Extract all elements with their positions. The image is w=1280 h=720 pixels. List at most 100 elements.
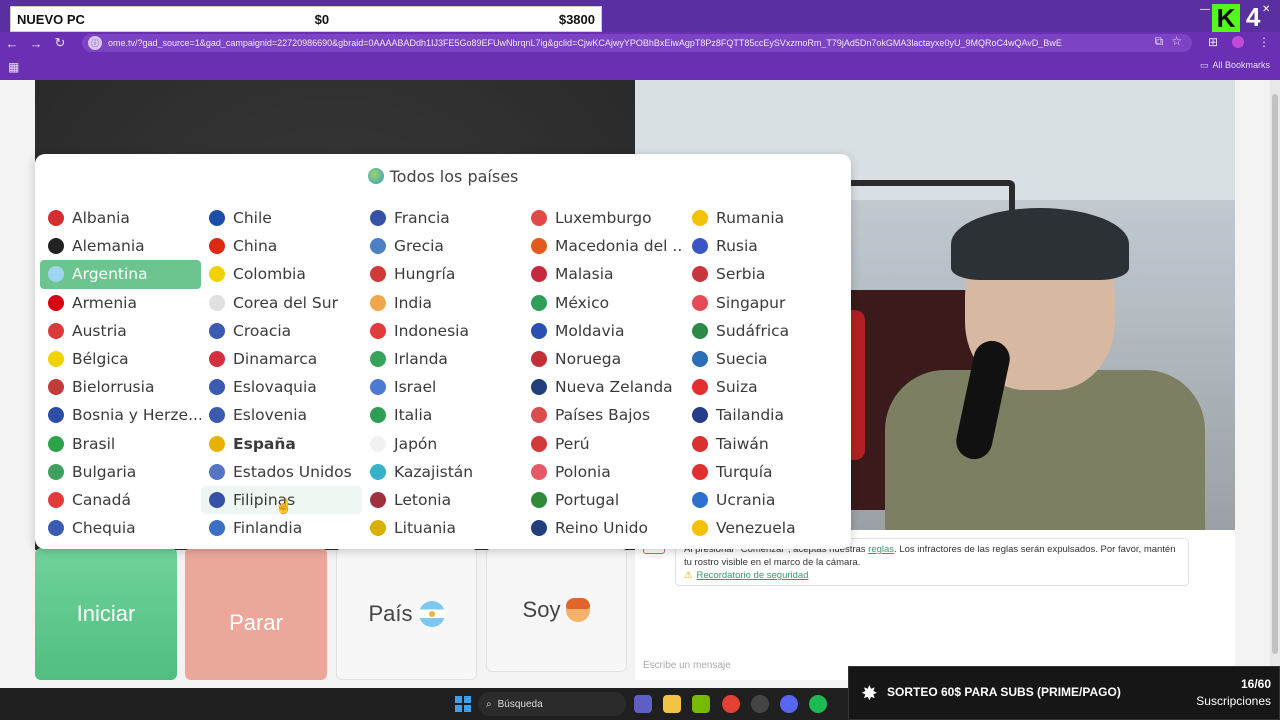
country-item[interactable]: Bielorrusia xyxy=(40,373,201,401)
flag-icon xyxy=(48,463,64,480)
reload-icon[interactable]: ↻ xyxy=(48,32,72,54)
file-explorer-icon[interactable] xyxy=(663,695,681,713)
menu-icon[interactable]: ⋮ xyxy=(1258,35,1270,49)
country-item[interactable]: Estados Unidos xyxy=(201,458,362,486)
country-item[interactable]: Suecia xyxy=(684,345,845,373)
country-item[interactable]: Corea del Sur xyxy=(201,289,362,317)
country-item[interactable]: Sudáfrica xyxy=(684,317,845,345)
country-item[interactable]: Finlandia xyxy=(201,514,362,542)
country-item[interactable]: Croacia xyxy=(201,317,362,345)
country-item[interactable]: Suiza xyxy=(684,373,845,401)
teams-icon[interactable] xyxy=(634,695,652,713)
country-item[interactable]: Países Bajos xyxy=(523,401,684,429)
install-app-icon[interactable]: ⧉ xyxy=(1155,34,1164,49)
country-item[interactable]: Bulgaria xyxy=(40,458,201,486)
country-item[interactable]: Indonesia xyxy=(362,317,523,345)
country-item[interactable]: Portugal xyxy=(523,486,684,514)
profile-avatar[interactable] xyxy=(1232,36,1244,48)
country-item[interactable]: Noruega xyxy=(523,345,684,373)
country-item[interactable]: Letonia xyxy=(362,486,523,514)
country-button[interactable]: País xyxy=(336,548,477,680)
stop-button[interactable]: Parar xyxy=(185,548,327,680)
country-item[interactable]: Alemania xyxy=(40,232,201,260)
country-item[interactable]: Singapur xyxy=(684,289,845,317)
extensions-icon[interactable]: ⊞ xyxy=(1208,35,1218,49)
country-item[interactable]: Armenia xyxy=(40,289,201,317)
country-label: Croacia xyxy=(233,321,292,340)
bookmark-star-icon[interactable]: ☆ xyxy=(1171,34,1182,49)
country-item[interactable]: India xyxy=(362,289,523,317)
flag-icon xyxy=(48,238,64,255)
obs-icon[interactable] xyxy=(751,695,769,713)
country-item[interactable]: Tailandia xyxy=(684,401,845,429)
all-bookmarks[interactable]: ▭ All Bookmarks xyxy=(1200,60,1270,71)
minimize-icon[interactable]: — xyxy=(1200,4,1210,15)
country-item[interactable]: Eslovenia xyxy=(201,401,362,429)
country-item[interactable]: Colombia xyxy=(201,260,362,288)
country-item[interactable]: Chequia xyxy=(40,514,201,542)
rules-link[interactable]: reglas xyxy=(868,544,894,555)
country-item[interactable]: Hungría xyxy=(362,260,523,288)
country-item[interactable]: Bosnia y Herze... xyxy=(40,401,201,429)
apps-grid-icon[interactable]: ▦ xyxy=(8,60,19,74)
country-item[interactable]: Chile xyxy=(201,204,362,232)
country-item[interactable]: Macedonia del ... xyxy=(523,232,684,260)
country-item[interactable]: Malasia xyxy=(523,260,684,288)
spotify-icon[interactable] xyxy=(809,695,827,713)
flag-icon xyxy=(209,491,225,508)
country-label: Taiwán xyxy=(716,434,769,453)
forward-icon[interactable]: → xyxy=(24,32,48,54)
country-item[interactable]: Lituania xyxy=(362,514,523,542)
country-item[interactable]: Francia xyxy=(362,204,523,232)
country-item[interactable]: Brasil xyxy=(40,430,201,458)
country-item[interactable]: Japón xyxy=(362,430,523,458)
country-item[interactable]: Moldavia xyxy=(523,317,684,345)
country-item[interactable]: Bélgica xyxy=(40,345,201,373)
chrome-icon[interactable] xyxy=(722,695,740,713)
country-item[interactable]: Irlanda xyxy=(362,345,523,373)
windows-start-icon[interactable] xyxy=(455,696,471,712)
country-item[interactable]: Canadá xyxy=(40,486,201,514)
url-omnibox[interactable]: ⓘ ome.tv/?gad_source=1&gad_campaignid=22… xyxy=(82,34,1192,52)
scroll-thumb[interactable] xyxy=(1272,94,1278,654)
country-item[interactable]: Albania xyxy=(40,204,201,232)
country-item[interactable]: Austria xyxy=(40,317,201,345)
page-scrollbar[interactable] xyxy=(1270,80,1280,688)
url-text[interactable]: ome.tv/?gad_source=1&gad_campaignid=2272… xyxy=(108,38,1148,48)
flag-icon xyxy=(370,266,386,283)
gender-button[interactable]: Soy xyxy=(486,548,627,672)
country-label: Eslovenia xyxy=(233,406,307,425)
start-button[interactable]: Iniciar xyxy=(35,548,177,680)
site-info-icon[interactable]: ⓘ xyxy=(88,36,102,50)
country-item[interactable]: Luxemburgo xyxy=(523,204,684,232)
country-item[interactable]: Kazajistán xyxy=(362,458,523,486)
country-item[interactable]: Venezuela xyxy=(684,514,845,542)
country-item[interactable]: Turquía xyxy=(684,458,845,486)
country-item[interactable]: Reino Unido xyxy=(523,514,684,542)
country-item[interactable]: Italia xyxy=(362,401,523,429)
country-item[interactable]: China xyxy=(201,232,362,260)
country-item[interactable]: México xyxy=(523,289,684,317)
country-label: Italia xyxy=(394,406,433,425)
country-label: Grecia xyxy=(394,237,444,256)
nvidia-icon[interactable] xyxy=(692,695,710,713)
country-item[interactable]: Polonia xyxy=(523,458,684,486)
country-item[interactable]: Rusia xyxy=(684,232,845,260)
country-item[interactable]: Ucrania xyxy=(684,486,845,514)
discord-icon[interactable] xyxy=(780,695,798,713)
country-item[interactable]: Eslovaquia xyxy=(201,373,362,401)
country-item[interactable]: Rumania xyxy=(684,204,845,232)
country-item[interactable]: Grecia xyxy=(362,232,523,260)
country-item[interactable]: Israel xyxy=(362,373,523,401)
country-item[interactable]: Serbia xyxy=(684,260,845,288)
country-item[interactable]: España xyxy=(201,430,362,458)
country-item[interactable]: Argentina xyxy=(40,260,201,289)
country-item[interactable]: Nueva Zelanda xyxy=(523,373,684,401)
back-icon[interactable]: ← xyxy=(0,32,24,54)
close-icon[interactable]: ✕ xyxy=(1262,4,1270,15)
safety-link[interactable]: Recordatorio de seguridad xyxy=(697,570,809,581)
taskbar-search[interactable]: ⌕ Búsqueda xyxy=(478,692,626,716)
country-item[interactable]: Perú xyxy=(523,430,684,458)
country-item[interactable]: Dinamarca xyxy=(201,345,362,373)
country-item[interactable]: Taiwán xyxy=(684,430,845,458)
